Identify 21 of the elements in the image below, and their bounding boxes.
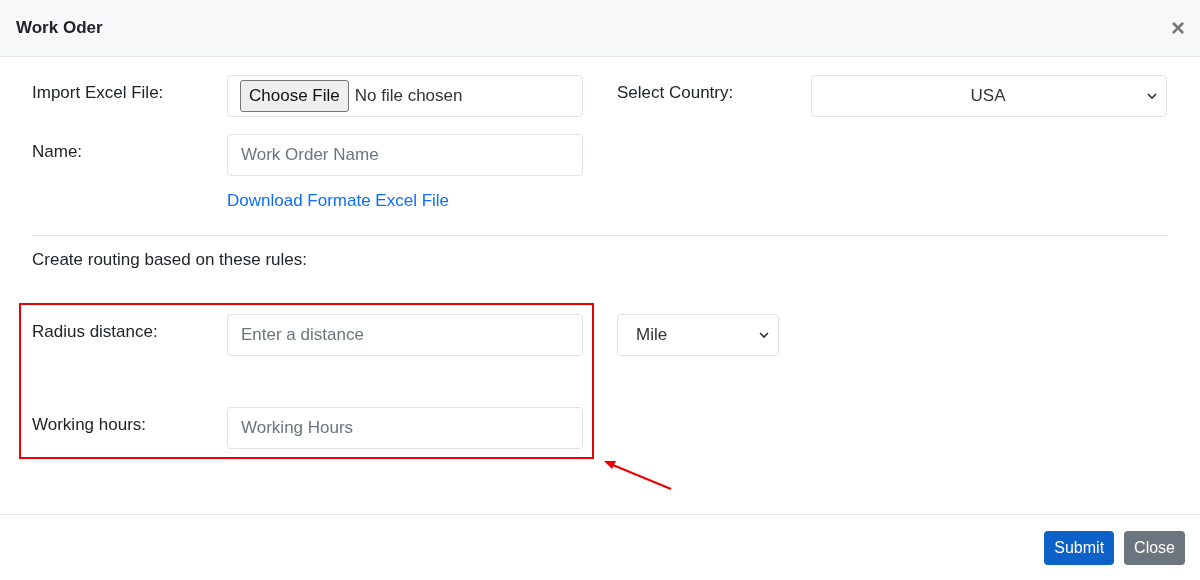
chevron-down-icon	[1146, 90, 1158, 102]
file-status: No file chosen	[354, 86, 463, 106]
chevron-down-icon	[758, 329, 770, 341]
field-label: Select Country:	[617, 82, 735, 103]
submit-button[interactable]: Submit	[1044, 530, 1115, 565]
country-select[interactable]: USA	[811, 75, 1167, 117]
close-button[interactable]: Close	[1124, 530, 1185, 565]
field-label: Radius distance:	[32, 321, 159, 343]
close-button[interactable]: ×	[1171, 16, 1185, 40]
input-field[interactable]: Working Hours	[227, 407, 583, 449]
download-link[interactable]: Download Formate Excel File	[227, 191, 450, 210]
file-input[interactable]: Choose File No file chosen	[227, 75, 583, 117]
input-field[interactable]: Enter a distance	[227, 314, 583, 356]
input-field[interactable]: Work Order Name	[227, 134, 583, 176]
field-label: Name:	[32, 141, 84, 162]
choose-file-button[interactable]: Choose File	[240, 80, 349, 112]
field-label: Import Excel File:	[32, 82, 165, 103]
unit-select[interactable]: Mile	[617, 314, 779, 356]
dialog-title: Work Oder	[16, 18, 103, 38]
section-heading: Create routing based on these rules:	[32, 250, 308, 270]
field-label: Working hours:	[32, 414, 147, 436]
